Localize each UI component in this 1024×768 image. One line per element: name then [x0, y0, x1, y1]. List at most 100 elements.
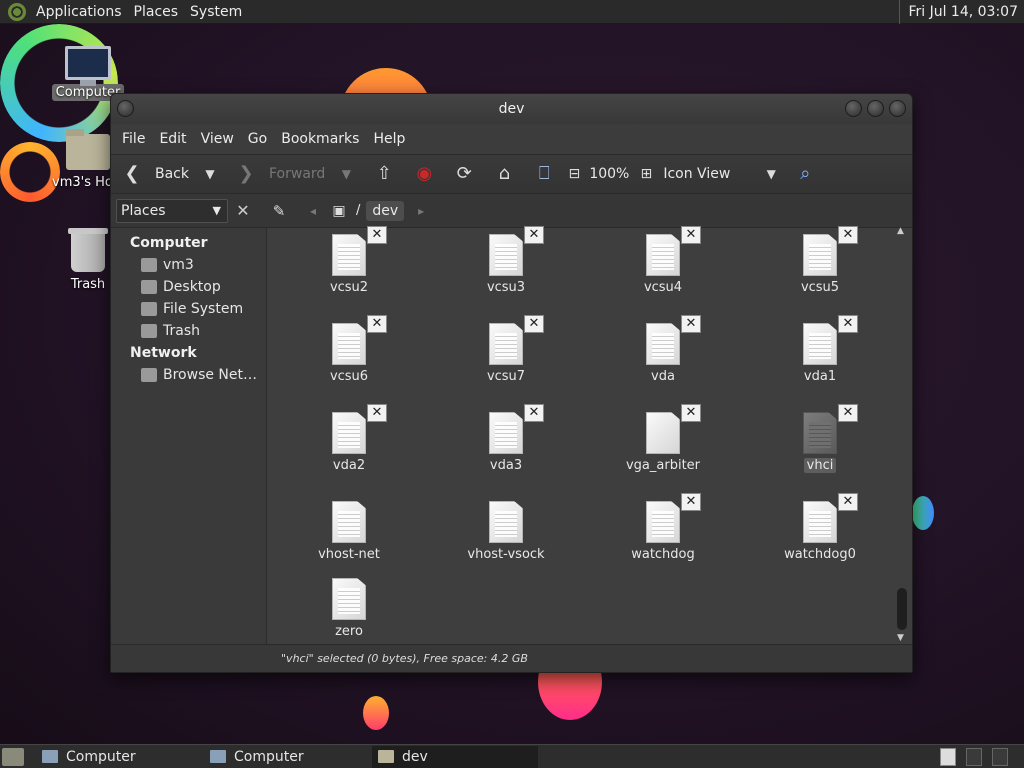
status-bar: "vhci" selected (0 bytes), Free space: 4… [111, 644, 912, 672]
chevron-down-icon: ▼ [766, 167, 776, 181]
scroll-up-arrow-icon[interactable]: ▲ [897, 226, 904, 236]
crumb-current[interactable]: dev [366, 200, 405, 221]
content-area: Computer vm3 Desktop File System Trash N… [111, 226, 912, 645]
applications-logo-icon[interactable] [8, 2, 26, 21]
file-item[interactable]: ✕ vcsu5 [750, 226, 890, 295]
location-bar: Places ▼ ✕ ✎ ◂ ▣ / dev ▸ [111, 194, 912, 228]
sidebar-item-file-system[interactable]: File System [111, 298, 266, 320]
window-titlebar[interactable]: dev [111, 94, 912, 124]
unreadable-emblem-icon: ✕ [367, 226, 387, 244]
system-menu[interactable]: System [184, 4, 248, 20]
file-document-icon [489, 501, 523, 543]
reload-icon[interactable]: ⟳ [453, 163, 475, 185]
zoom-out-icon[interactable]: ⊟ [563, 163, 585, 185]
file-document-icon [803, 323, 837, 365]
home-icon[interactable]: ⌂ [493, 163, 515, 185]
file-manager-window: dev File Edit View Go Bookmarks Help ❮ B… [110, 93, 913, 673]
file-item[interactable]: ✕ vhci [750, 404, 890, 473]
sidebar-item-label: Desktop [163, 279, 221, 295]
taskbar-button-computer-2[interactable]: Computer [204, 746, 370, 768]
menu-help[interactable]: Help [366, 131, 412, 147]
file-item[interactable]: ✕ vda1 [750, 315, 890, 384]
top-menu: Applications Places System [0, 0, 248, 24]
sidebar-item-label: Browse Net… [163, 367, 258, 383]
sidebar-item-vm3[interactable]: vm3 [111, 254, 266, 276]
file-name: vhost-vsock [467, 547, 545, 562]
places-menu[interactable]: Places [128, 4, 185, 20]
forward-arrow-icon: ❯ [238, 163, 254, 184]
zoom-in-icon[interactable]: ⊞ [635, 163, 657, 185]
file-item[interactable]: ✕ vcsu3 [436, 226, 576, 295]
file-document-icon [489, 323, 523, 365]
vertical-scrollbar[interactable]: ▲ ▼ [896, 226, 908, 645]
file-item[interactable]: ✕ vda [593, 315, 733, 384]
file-item[interactable]: ✕ vcsu7 [436, 315, 576, 384]
close-button[interactable] [889, 100, 906, 117]
menu-bookmarks[interactable]: Bookmarks [274, 131, 366, 147]
stop-icon[interactable]: ◉ [413, 163, 435, 185]
crumb-root[interactable]: / [356, 203, 360, 218]
menu-edit[interactable]: Edit [152, 131, 193, 147]
file-item[interactable]: zero [279, 578, 419, 639]
network-icon [141, 368, 157, 382]
crumb-right-arrow-icon[interactable]: ▸ [410, 200, 432, 222]
menu-go[interactable]: Go [241, 131, 274, 147]
workspace-switcher-3[interactable] [992, 748, 1008, 766]
maximize-button[interactable] [867, 100, 884, 117]
computer-icon[interactable]: ⎕ [533, 163, 555, 185]
file-document-icon [489, 412, 523, 454]
scrollbar-thumb[interactable] [897, 588, 907, 630]
sidebar-item-browse-network[interactable]: Browse Net… [111, 364, 266, 386]
chevron-down-icon: ▼ [212, 204, 221, 217]
file-icon-view[interactable]: ▲ ▼ ✕ vcsu2 ✕ vcsu3 ✕ vcsu4 ✕ vcsu5 ✕ vcsu6 ✕ vcsu7… [267, 226, 912, 645]
taskbar-button-dev[interactable]: dev [372, 745, 538, 768]
file-item[interactable]: ✕ vcsu6 [279, 315, 419, 384]
show-desktop-icon[interactable] [2, 747, 24, 766]
menubar: File Edit View Go Bookmarks Help [111, 124, 912, 154]
minimize-button[interactable] [845, 100, 862, 117]
drive-icon[interactable]: ▣ [328, 200, 350, 222]
workspace-switcher-1[interactable] [940, 748, 956, 766]
file-item[interactable]: ✕ vda3 [436, 404, 576, 473]
up-arrow-icon[interactable]: ⇧ [373, 163, 395, 185]
file-item[interactable]: vhost-net [279, 501, 419, 562]
file-item[interactable]: vhost-vsock [436, 501, 576, 562]
unreadable-emblem-icon: ✕ [367, 315, 387, 333]
workspace-switcher-2[interactable] [966, 748, 982, 766]
sidebar-item-label: vm3 [163, 257, 194, 273]
clock[interactable]: Fri Jul 14, 03:07 [899, 0, 1024, 24]
sidebar-item-desktop[interactable]: Desktop [111, 276, 266, 298]
back-button[interactable]: ❮ Back [121, 163, 189, 185]
wallpaper-shape [912, 496, 934, 530]
crumb-left-arrow-icon[interactable]: ◂ [302, 200, 324, 222]
side-pane-select[interactable]: Places ▼ [116, 198, 228, 223]
close-side-pane-icon[interactable]: ✕ [232, 200, 254, 222]
back-history-dropdown-icon[interactable]: ▼ [199, 163, 221, 185]
file-item[interactable]: ✕ watchdog [593, 493, 733, 562]
file-item[interactable]: ✕ vcsu2 [279, 226, 419, 295]
toolbar: ❮ Back ▼ ❯ Forward ▼ ⇧ ◉ ⟳ ⌂ ⎕ ⊟ 100% ⊞ … [111, 154, 912, 194]
sidebar-item-trash[interactable]: Trash [111, 320, 266, 342]
search-icon[interactable]: ⌕ [794, 163, 816, 185]
menu-file[interactable]: File [115, 131, 152, 147]
applications-menu[interactable]: Applications [30, 4, 128, 20]
home-folder-icon [66, 129, 110, 170]
file-item[interactable]: ✕ vcsu4 [593, 226, 733, 295]
back-label: Back [155, 166, 189, 182]
file-item[interactable]: ✕ vga_arbiter [593, 404, 733, 473]
forward-button[interactable]: ❯ Forward [235, 163, 325, 185]
file-item[interactable]: ✕ watchdog0 [750, 493, 890, 562]
unreadable-emblem-icon: ✕ [681, 404, 701, 422]
computer-icon [210, 750, 226, 763]
forward-history-dropdown-icon[interactable]: ▼ [335, 163, 357, 185]
forward-label: Forward [269, 166, 326, 182]
menu-view[interactable]: View [194, 131, 241, 147]
unreadable-emblem-icon: ✕ [681, 226, 701, 244]
toggle-location-entry-icon[interactable]: ✎ [268, 200, 290, 222]
sidebar-item-label: File System [163, 301, 244, 317]
file-name: vda [651, 369, 675, 384]
view-mode-select[interactable]: Icon View ▼ [663, 163, 782, 185]
taskbar-button-computer-1[interactable]: Computer [36, 746, 202, 768]
scroll-down-arrow-icon[interactable]: ▼ [897, 633, 904, 643]
file-item[interactable]: ✕ vda2 [279, 404, 419, 473]
